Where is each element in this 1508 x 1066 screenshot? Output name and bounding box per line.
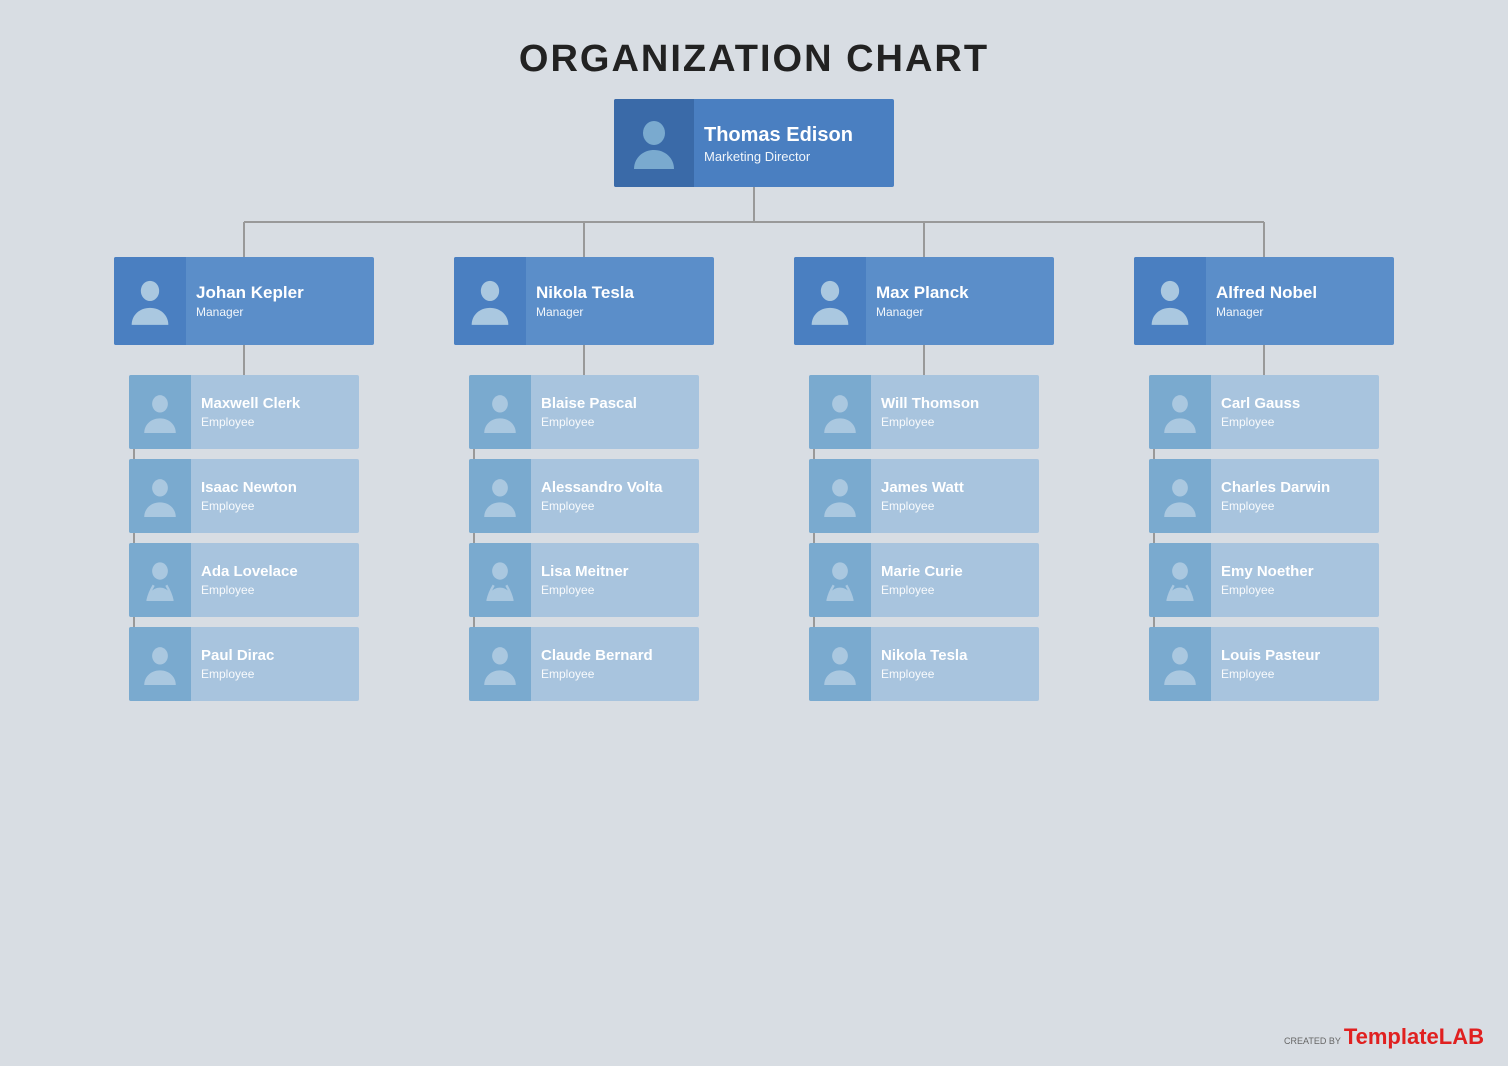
manager-col-3: Alfred Nobel Manager Carl Gauss Employee… [1094, 257, 1434, 701]
manager-node[interactable]: Nikola Tesla Manager [454, 257, 714, 345]
employee-list-3: Carl Gauss Employee Charles Darwin Emplo… [1149, 375, 1379, 701]
employee-node[interactable]: James Watt Employee [809, 459, 1039, 533]
employee-role: Employee [1221, 499, 1330, 513]
employee-node[interactable]: Carl Gauss Employee [1149, 375, 1379, 449]
employee-name: James Watt [881, 479, 964, 497]
employee-name: Carl Gauss [1221, 395, 1300, 413]
employee-avatar [129, 627, 191, 701]
manager-role: Manager [1216, 305, 1317, 319]
employee-name: Alessandro Volta [541, 479, 662, 497]
employee-avatar [1149, 543, 1211, 617]
manager-col-2: Max Planck Manager Will Thomson Employee… [754, 257, 1094, 701]
chart-title: ORGANIZATION CHART [519, 0, 989, 99]
manager-name: Nikola Tesla [536, 283, 634, 303]
employee-name: Isaac Newton [201, 479, 297, 497]
employee-avatar [129, 543, 191, 617]
employee-name: Nikola Tesla [881, 647, 967, 665]
employee-name: Maxwell Clerk [201, 395, 300, 413]
watermark-created-by: CREATED BY [1284, 1036, 1341, 1046]
manager-name: Max Planck [876, 283, 969, 303]
employee-node[interactable]: Ada Lovelace Employee [129, 543, 359, 617]
top-name: Thomas Edison [704, 123, 853, 147]
employee-avatar [1149, 459, 1211, 533]
employee-name: Emy Noether [1221, 563, 1314, 581]
employee-role: Employee [541, 583, 629, 597]
employee-role: Employee [881, 415, 979, 429]
manager-role: Manager [536, 305, 634, 319]
manager-avatar [114, 257, 186, 345]
employee-avatar [809, 459, 871, 533]
employee-node[interactable]: Marie Curie Employee [809, 543, 1039, 617]
employee-role: Employee [201, 667, 274, 681]
employee-avatar [1149, 375, 1211, 449]
employee-role: Employee [881, 667, 967, 681]
employee-avatar [129, 375, 191, 449]
employee-name: Ada Lovelace [201, 563, 298, 581]
employee-node[interactable]: Louis Pasteur Employee [1149, 627, 1379, 701]
watermark-brand: TemplateLAB [1344, 1024, 1484, 1050]
manager-avatar [794, 257, 866, 345]
top-role: Marketing Director [704, 149, 853, 164]
employee-avatar [809, 543, 871, 617]
manager-col-0: Johan Kepler Manager Maxwell Clerk Emplo… [74, 257, 414, 701]
employee-name: Claude Bernard [541, 647, 653, 665]
employee-name: Paul Dirac [201, 647, 274, 665]
employee-avatar [809, 375, 871, 449]
employee-avatar [809, 627, 871, 701]
employee-avatar [469, 543, 531, 617]
manager-col-1: Nikola Tesla Manager Blaise Pascal Emplo… [414, 257, 754, 701]
employee-role: Employee [1221, 415, 1300, 429]
employee-name: Marie Curie [881, 563, 963, 581]
employee-node[interactable]: Blaise Pascal Employee [469, 375, 699, 449]
employee-node[interactable]: Maxwell Clerk Employee [129, 375, 359, 449]
employee-node[interactable]: Alessandro Volta Employee [469, 459, 699, 533]
top-avatar [614, 99, 694, 187]
manager-avatar [454, 257, 526, 345]
employee-role: Employee [201, 499, 297, 513]
employee-avatar [469, 375, 531, 449]
employee-name: Louis Pasteur [1221, 647, 1320, 665]
employee-role: Employee [541, 499, 662, 513]
manager-node[interactable]: Max Planck Manager [794, 257, 1054, 345]
manager-node[interactable]: Alfred Nobel Manager [1134, 257, 1394, 345]
employee-node[interactable]: Will Thomson Employee [809, 375, 1039, 449]
employee-role: Employee [881, 499, 964, 513]
employee-node[interactable]: Paul Dirac Employee [129, 627, 359, 701]
employee-avatar [469, 627, 531, 701]
watermark: CREATED BY TemplateLAB [1284, 1024, 1484, 1050]
employee-node[interactable]: Claude Bernard Employee [469, 627, 699, 701]
employee-node[interactable]: Lisa Meitner Employee [469, 543, 699, 617]
employee-role: Employee [1221, 583, 1314, 597]
manager-name: Alfred Nobel [1216, 283, 1317, 303]
employee-list-2: Will Thomson Employee James Watt Employe… [809, 375, 1039, 701]
employee-name: Blaise Pascal [541, 395, 637, 413]
employee-role: Employee [201, 583, 298, 597]
employee-avatar [129, 459, 191, 533]
employee-avatar [469, 459, 531, 533]
employee-name: Will Thomson [881, 395, 979, 413]
employee-node[interactable]: Emy Noether Employee [1149, 543, 1379, 617]
manager-role: Manager [876, 305, 969, 319]
employee-name: Charles Darwin [1221, 479, 1330, 497]
manager-name: Johan Kepler [196, 283, 304, 303]
employee-node[interactable]: Charles Darwin Employee [1149, 459, 1379, 533]
manager-avatar [1134, 257, 1206, 345]
employee-node[interactable]: Nikola Tesla Employee [809, 627, 1039, 701]
employee-name: Lisa Meitner [541, 563, 629, 581]
employee-role: Employee [201, 415, 300, 429]
employee-list-0: Maxwell Clerk Employee Isaac Newton Empl… [129, 375, 359, 701]
employee-node[interactable]: Isaac Newton Employee [129, 459, 359, 533]
employee-role: Employee [881, 583, 963, 597]
manager-node[interactable]: Johan Kepler Manager [114, 257, 374, 345]
employee-role: Employee [541, 415, 637, 429]
employee-list-1: Blaise Pascal Employee Alessandro Volta … [469, 375, 699, 701]
manager-role: Manager [196, 305, 304, 319]
employee-role: Employee [1221, 667, 1320, 681]
employee-avatar [1149, 627, 1211, 701]
employee-role: Employee [541, 667, 653, 681]
top-node[interactable]: Thomas Edison Marketing Director [614, 99, 894, 187]
